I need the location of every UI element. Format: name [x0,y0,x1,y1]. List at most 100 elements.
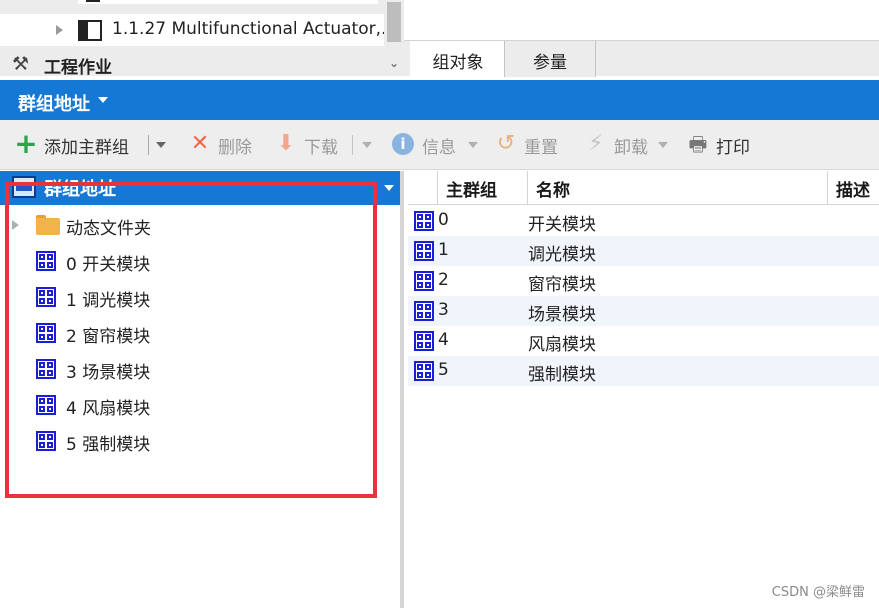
download-button[interactable]: ⬇ 下载 [274,132,374,158]
column-header-name[interactable]: 名称 [528,171,828,205]
reset-button[interactable]: ↺ 重置 [494,131,570,159]
project-tree-panel: 1.1.27 Multifunctional Actuator,... ⚒ 工程… [0,0,404,78]
tree-item-label: 动态文件夹 [66,219,151,239]
cell-main-group: 1 [438,240,449,260]
chevron-down-icon[interactable] [468,142,478,148]
expand-arrow-icon[interactable] [12,220,19,230]
table-row[interactable]: 3 场景模块 [408,296,879,326]
group-icon [36,395,56,415]
table-row[interactable]: 1 调光模块 [408,236,879,266]
main-group-table: 主群组 名称 描述 0 开关模块 1 调光模块 2 窗帘模块 3 场景模块 4 … [408,171,879,608]
group-icon [414,331,434,351]
tools-icon: ⚒ [12,53,30,75]
scroll-down-arrow-icon[interactable]: ⌄ [389,56,399,70]
cell-main-group: 5 [438,360,449,380]
column-header-icon [408,171,438,205]
cell-main-group: 0 [438,210,449,230]
group-icon [414,241,434,261]
cell-name: 调光模块 [528,245,596,265]
table-row[interactable]: 0 开关模块 [408,206,879,236]
column-header-description[interactable]: 描述 [828,171,879,205]
cell-name: 场景模块 [528,305,596,325]
info-icon: i [392,133,414,155]
chevron-down-icon[interactable] [362,142,372,148]
cell-name: 强制模块 [528,365,596,385]
info-button[interactable]: i 信息 [392,132,482,158]
column-header-main-group[interactable]: 主群组 [438,171,528,205]
group-icon [36,431,56,451]
tab-group-objects[interactable]: 组对象 [410,41,506,77]
tree-row-device[interactable]: 1.1.27 Multifunctional Actuator,... [0,14,397,46]
table-row[interactable]: 5 强制模块 [408,356,879,386]
print-button[interactable]: 🖶 打印 [686,132,766,158]
print-label: 打印 [716,138,750,158]
properties-area [408,0,879,40]
table-row[interactable]: 2 窗帘模块 [408,266,879,296]
cell-name: 开关模块 [528,215,596,235]
folder-icon [36,215,60,235]
printer-icon: 🖶 [688,132,708,156]
tree-header[interactable]: 群组地址 [0,171,400,205]
download-arrow-icon: ⬇ [276,131,296,156]
tree-header-title: 群组地址 [44,179,116,200]
tree-item-group-2[interactable]: 2 窗帘模块 [0,315,400,351]
delete-button[interactable]: ✕ 删除 [188,131,258,159]
table-row[interactable]: 4 风扇模块 [408,326,879,356]
table-header: 主群组 名称 描述 [408,171,879,205]
add-main-group-button[interactable]: + 添加主群组 [14,130,166,158]
group-icon [414,211,434,231]
tab-parameters[interactable]: 参量 [504,41,596,77]
vertical-scrollbar[interactable]: ⌄ [384,0,404,76]
chevron-down-icon[interactable] [156,142,166,148]
download-label: 下载 [304,138,338,158]
device-icon [78,20,102,41]
add-main-group-label: 添加主群组 [44,138,129,158]
device-label: 1.1.27 Multifunctional Actuator,... [112,19,398,39]
tree-item-label: 3 场景模块 [66,363,151,383]
watermark-text: CSDN @梁鲜雷 [771,585,865,600]
scrollbar-thumb[interactable] [387,2,401,42]
chevron-down-icon[interactable] [384,185,394,191]
tree-item-group-3[interactable]: 3 场景模块 [0,351,400,387]
info-label: 信息 [422,138,456,158]
unload-button[interactable]: ⚡ 卸载 [584,132,670,158]
group-icon [414,361,434,381]
reset-label: 重置 [524,138,558,158]
properties-tabs: 组对象 参量 [404,40,879,77]
lightning-icon: ⚡ [588,131,604,156]
cell-name: 窗帘模块 [528,275,596,295]
tree-section-project-work[interactable]: ⚒ 工程作业 [0,50,384,78]
tree-item-label: 4 风扇模块 [66,399,151,419]
tree-row-partial[interactable] [78,0,378,4]
tree-item-group-1[interactable]: 1 调光模块 [0,279,400,315]
expand-arrow-icon[interactable] [56,25,63,35]
group-address-tree: 群组地址 动态文件夹 0 开关模块 1 调光模块 2 窗帘模块 3 场景模块 4… [0,171,404,608]
cell-main-group: 2 [438,270,449,290]
tree-item-group-4[interactable]: 4 风扇模块 [0,387,400,423]
reset-icon: ↺ [496,131,516,156]
group-icon [414,301,434,321]
group-address-icon [12,176,36,198]
panel-title: 群组地址 [18,94,90,115]
tree-item-label: 5 强制模块 [66,435,151,455]
cell-main-group: 3 [438,300,449,320]
tree-item-group-0[interactable]: 0 开关模块 [0,243,400,279]
group-icon [36,251,56,271]
project-tree: 1.1.27 Multifunctional Actuator,... ⚒ 工程… [0,0,397,78]
delete-x-icon: ✕ [190,131,210,156]
cell-main-group: 4 [438,330,449,350]
toolbar-divider [352,135,353,155]
cell-name: 风扇模块 [528,335,596,355]
unload-label: 卸载 [614,138,648,158]
device-icon [86,0,100,2]
chevron-down-icon[interactable] [658,142,668,148]
tree-item-group-5[interactable]: 5 强制模块 [0,423,400,459]
tree-item-label: 1 调光模块 [66,291,151,311]
tree-item-dynamic-folder[interactable]: 动态文件夹 [0,207,400,243]
delete-label: 删除 [218,138,252,158]
chevron-down-icon[interactable] [98,97,108,103]
toolbar-divider [148,135,149,155]
group-address-header[interactable]: 群组地址 [0,80,879,120]
tree-item-label: 0 开关模块 [66,255,151,275]
toolbar: + 添加主群组 ✕ 删除 ⬇ 下载 i 信息 ↺ 重置 ⚡ 卸载 🖶 打印 [0,120,879,170]
